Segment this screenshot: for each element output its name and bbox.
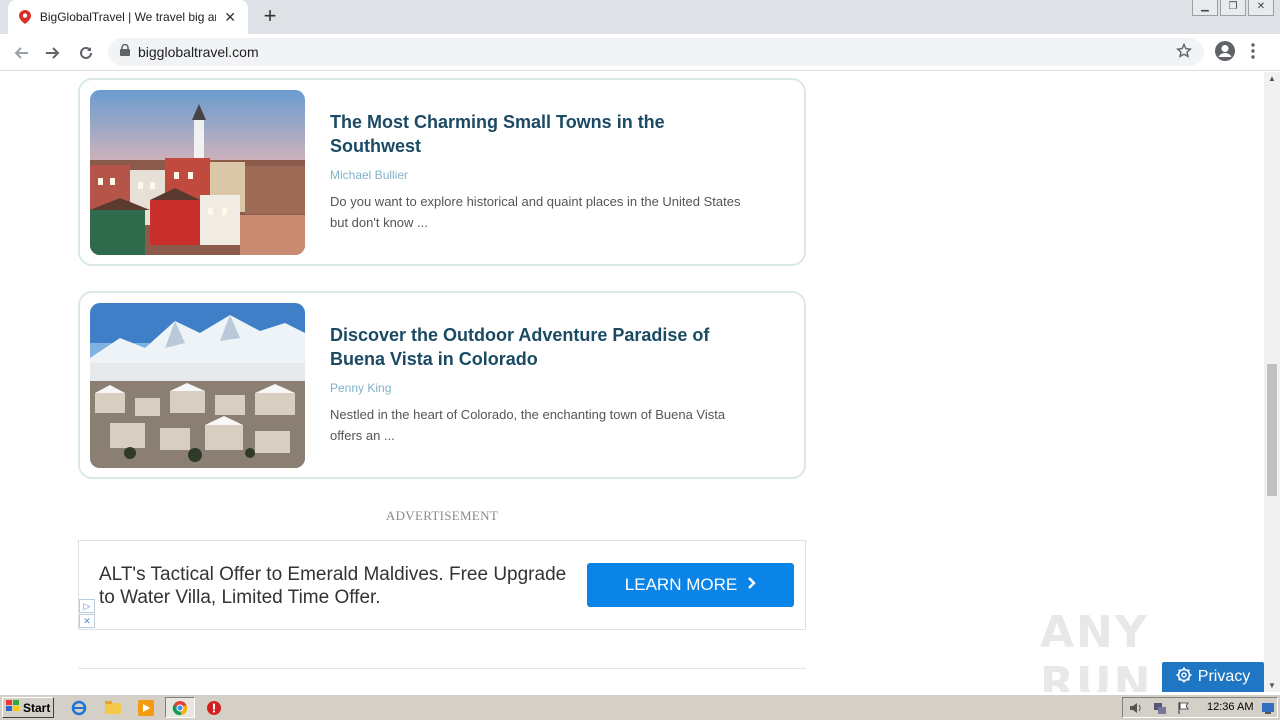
article-title[interactable]: Discover the Outdoor Adventure Paradise … (330, 323, 750, 371)
kebab-menu-icon[interactable] (1250, 42, 1256, 65)
volume-icon[interactable] (1129, 701, 1143, 720)
windows-taskbar: Start 12:36 AM (0, 694, 1280, 720)
advertisement-label: ADVERTISEMENT (385, 508, 499, 523)
page-scrollbar[interactable]: ▲ ▼ (1264, 72, 1280, 692)
learn-more-button[interactable]: LEARN MORE (587, 563, 794, 607)
media-player-icon[interactable] (137, 699, 155, 717)
close-tab-icon[interactable]: ✕ (222, 9, 238, 26)
start-label: Start (23, 700, 51, 715)
browser-tab-strip: BigGlobalTravel | We travel big and c ✕ … (0, 0, 1280, 34)
article-author[interactable]: Penny King (330, 381, 391, 395)
gear-icon (1176, 667, 1192, 688)
close-ad-icon[interactable]: ✕ (79, 614, 95, 628)
back-arrow-icon[interactable] (8, 40, 34, 66)
system-tray: 12:36 AM (1122, 697, 1278, 718)
account-icon[interactable] (1214, 40, 1236, 67)
adchoices-icon[interactable]: ▷ (79, 599, 95, 613)
url-text: bigglobaltravel.com (138, 44, 259, 60)
article-excerpt: Do you want to explore historical and qu… (330, 194, 741, 230)
reload-icon[interactable] (73, 40, 99, 66)
stop-icon[interactable] (205, 699, 223, 717)
article-card[interactable]: The Most Charming Small Towns in the Sou… (78, 78, 806, 266)
show-desktop-icon[interactable] (1261, 701, 1275, 720)
browser-tab[interactable]: BigGlobalTravel | We travel big and c ✕ (8, 0, 248, 34)
map-pin-icon (18, 10, 32, 24)
scroll-up-arrow-icon[interactable]: ▲ (1268, 74, 1276, 83)
article-thumbnail-mountains[interactable] (90, 303, 305, 468)
article-card[interactable]: Discover the Outdoor Adventure Paradise … (78, 291, 806, 479)
window-controls: ▁ ❐ ✕ (1192, 0, 1274, 16)
internet-explorer-icon[interactable] (70, 699, 88, 717)
advertisement-banner[interactable]: ALT's Tactical Offer to Emerald Maldives… (78, 540, 806, 630)
tab-title: BigGlobalTravel | We travel big and c (39, 10, 216, 24)
scroll-down-arrow-icon[interactable]: ▼ (1268, 681, 1276, 690)
privacy-button[interactable]: Privacy (1162, 662, 1264, 692)
close-window-icon[interactable]: ✕ (1248, 0, 1274, 16)
new-tab-button[interactable]: + (258, 5, 282, 29)
file-explorer-icon[interactable] (104, 699, 122, 717)
lock-icon (120, 43, 130, 61)
address-bar[interactable]: bigglobaltravel.com (108, 38, 1204, 66)
taskbar-clock: 12:36 AM (1207, 701, 1254, 713)
chrome-taskbar-icon[interactable] (165, 697, 195, 718)
page-viewport: The Most Charming Small Towns in the Sou… (0, 72, 1264, 692)
network-icon[interactable] (1153, 701, 1167, 720)
minimize-icon[interactable]: ▁ (1192, 0, 1218, 16)
windows-logo-icon (6, 700, 20, 715)
privacy-label: Privacy (1197, 668, 1251, 685)
start-button[interactable]: Start (2, 697, 54, 718)
flag-icon[interactable] (1177, 701, 1191, 720)
article-excerpt: Nestled in the heart of Colorado, the en… (330, 407, 726, 443)
article-author[interactable]: Michael Bullier (330, 168, 408, 182)
learn-more-label: LEARN MORE (624, 575, 738, 594)
bookmark-star-icon[interactable] (1175, 42, 1193, 64)
article-thumbnail-town[interactable] (90, 90, 305, 255)
restore-icon[interactable]: ❐ (1220, 0, 1246, 16)
article-title[interactable]: The Most Charming Small Towns in the Sou… (330, 110, 750, 158)
chevron-right-icon (747, 575, 756, 595)
forward-arrow-icon[interactable] (40, 40, 66, 66)
scroll-thumb[interactable] (1267, 364, 1277, 496)
ad-text[interactable]: ALT's Tactical Offer to Emerald Maldives… (99, 563, 569, 609)
browser-toolbar: bigglobaltravel.com (0, 34, 1280, 71)
content-divider (78, 668, 806, 669)
